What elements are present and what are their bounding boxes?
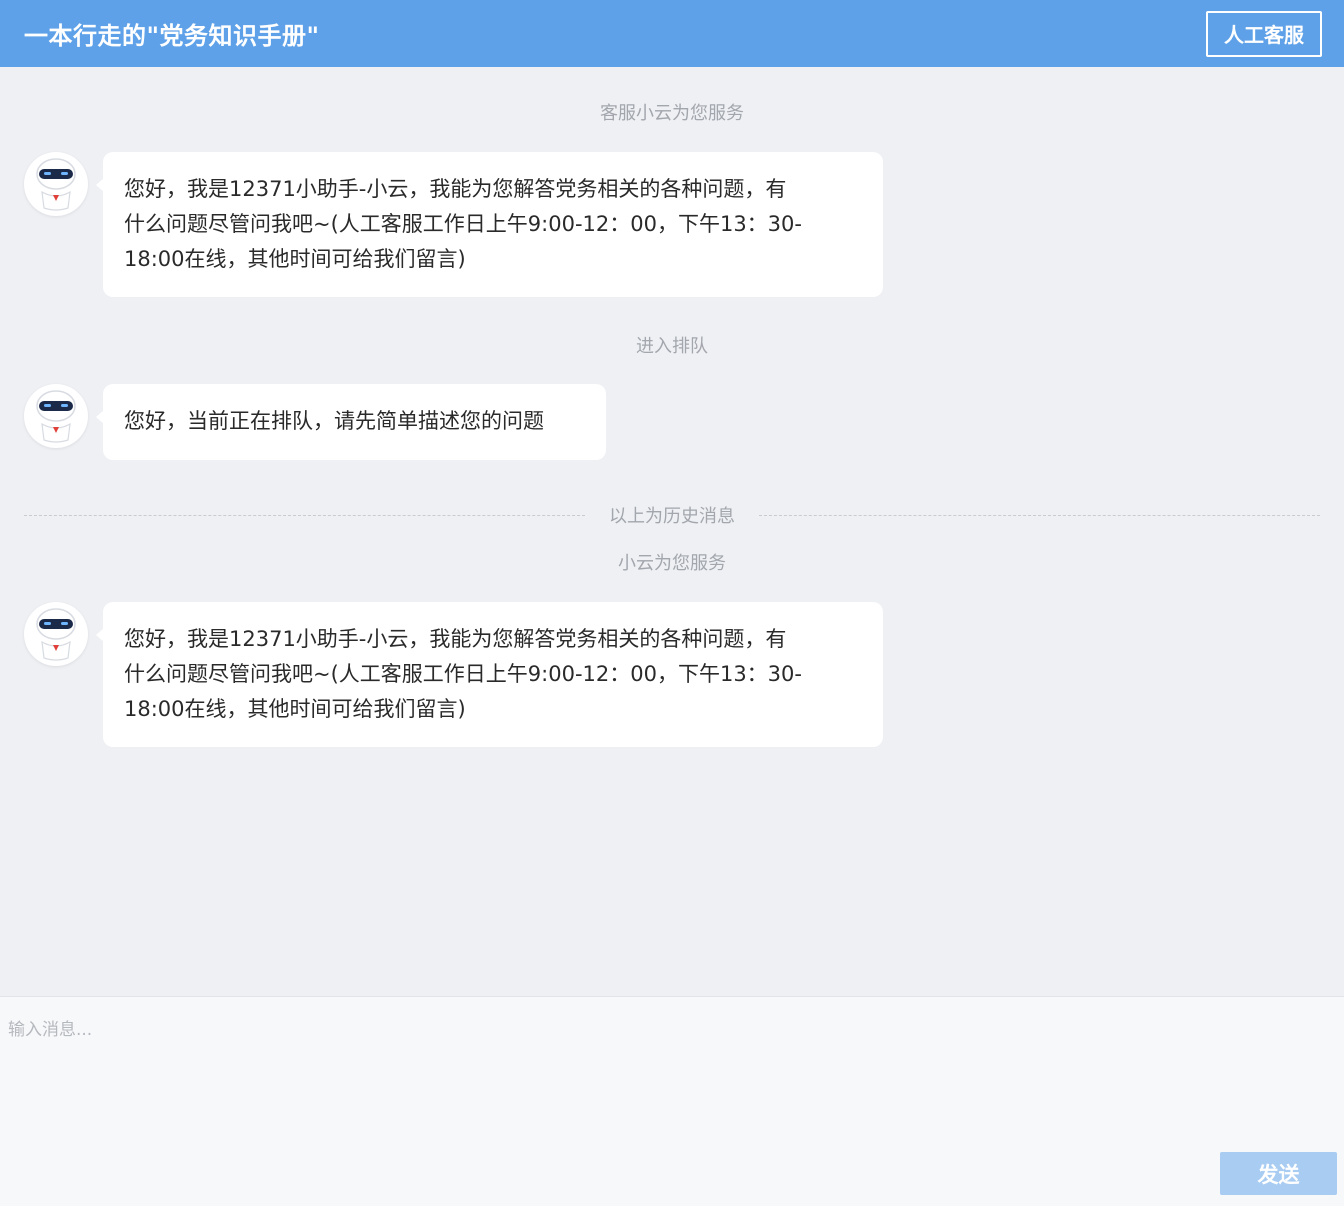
divider-line	[759, 514, 1320, 516]
message-line: 18:00在线，其他时间可给我们留言)	[124, 247, 466, 271]
message-bubble: 您好，我是12371小助手-小云，我能为您解答党务相关的各种问题，有 什么问题尽…	[96, 152, 883, 297]
message-bubble: 您好，当前正在排队，请先简单描述您的问题	[96, 384, 606, 460]
human-service-button[interactable]: 人工客服	[1206, 10, 1322, 57]
system-message: 进入排队	[636, 336, 708, 357]
robot-avatar-icon	[25, 385, 87, 447]
message-line: 您好，我是12371小助手-小云，我能为您解答党务相关的各种问题，有	[124, 177, 787, 201]
chat-window: 一本行走的"党务知识手册" 人工客服 客服小云为您服务 您好，我是12371小助…	[0, 0, 1344, 1206]
robot-avatar	[24, 384, 88, 448]
system-message: 小云为您服务	[618, 553, 726, 574]
robot-avatar-icon	[25, 153, 87, 215]
message-line: 您好，当前正在排队，请先简单描述您的问题	[124, 409, 544, 433]
message-composer: 发送	[0, 996, 1344, 1206]
message-line: 18:00在线，其他时间可给我们留言)	[124, 697, 466, 721]
message-line: 什么问题尽管问我吧~(人工客服工作日上午9:00-12：00，下午13：30-	[124, 662, 802, 686]
history-divider: 以上为历史消息	[24, 503, 1320, 527]
robot-avatar-icon	[25, 603, 87, 665]
history-divider-label: 以上为历史消息	[609, 506, 735, 527]
chat-message-list[interactable]: 客服小云为您服务 您好，我是12371小助手-小云，我能为您解答党务相关的各种问…	[0, 67, 1344, 996]
header-bar: 一本行走的"党务知识手册" 人工客服	[0, 0, 1344, 67]
message-line: 什么问题尽管问我吧~(人工客服工作日上午9:00-12：00，下午13：30-	[124, 212, 802, 236]
system-message: 客服小云为您服务	[600, 103, 744, 124]
message-bubble: 您好，我是12371小助手-小云，我能为您解答党务相关的各种问题，有 什么问题尽…	[96, 602, 883, 747]
robot-avatar	[24, 602, 88, 666]
page-title: 一本行走的"党务知识手册"	[24, 22, 320, 50]
send-button[interactable]: 发送	[1220, 1152, 1337, 1195]
robot-avatar	[24, 152, 88, 216]
message-line: 您好，我是12371小助手-小云，我能为您解答党务相关的各种问题，有	[124, 627, 787, 651]
divider-line	[24, 514, 585, 516]
message-input[interactable]	[0, 997, 1344, 1147]
